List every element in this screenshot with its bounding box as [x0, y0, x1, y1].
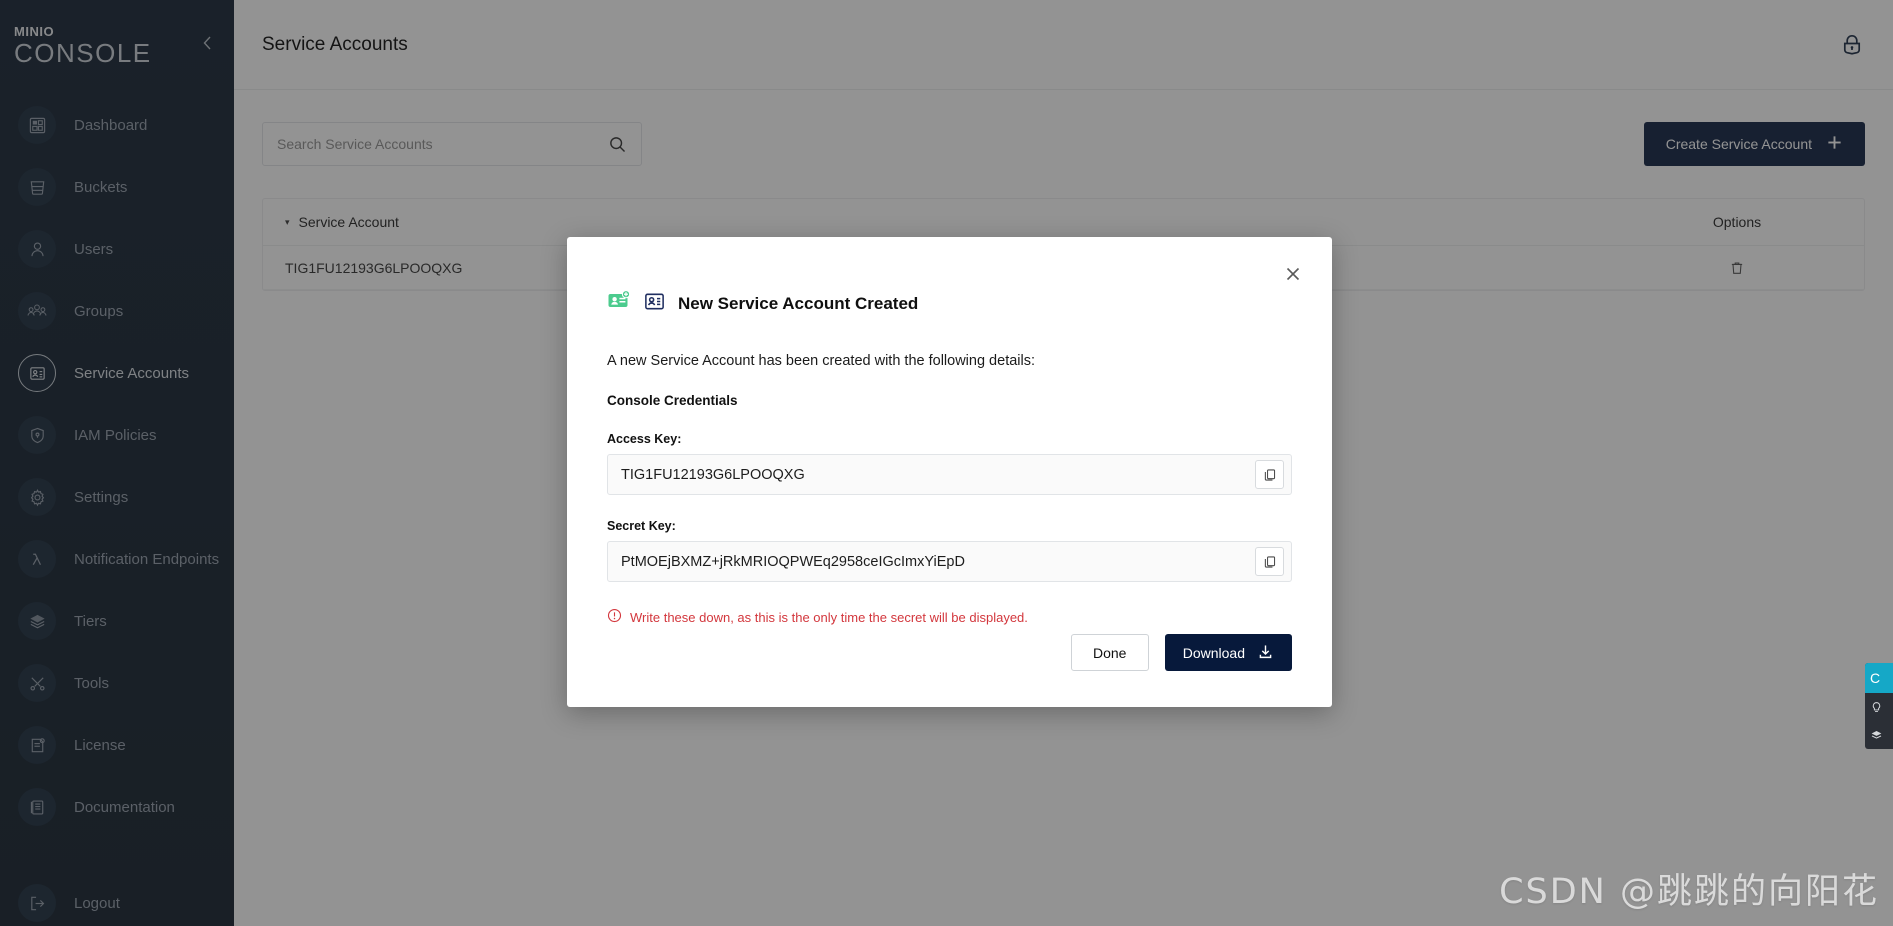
copy-icon[interactable] — [1255, 547, 1284, 576]
access-key-group: Access Key: TIG1FU12193G6LPOOQXG — [607, 432, 1292, 495]
console-credentials-label: Console Credentials — [607, 393, 738, 408]
app-root: MINIO CONSOLE — [0, 0, 1893, 926]
floating-helper-widget[interactable]: C — [1865, 663, 1893, 749]
download-button-label: Download — [1182, 644, 1245, 661]
dialog-description: A new Service Account has been created w… — [607, 353, 1036, 369]
download-icon — [1257, 643, 1274, 663]
secret-warning: Write these down, as this is the only ti… — [607, 608, 1292, 626]
new-service-account-dialog: New Service Account Created A new Servic… — [567, 237, 1332, 707]
layers-icon[interactable] — [1865, 721, 1893, 749]
copy-icon[interactable] — [1255, 460, 1284, 489]
close-icon[interactable] — [1280, 261, 1306, 287]
warning-text: Write these down, as this is the only ti… — [630, 609, 1028, 625]
dialog-header: New Service Account Created — [607, 237, 1292, 318]
download-button[interactable]: Download — [1164, 634, 1292, 671]
secret-key-label: Secret Key: — [607, 519, 676, 533]
secret-key-group: Secret Key: PtMOEjBXMZ+jRkMRIOQPWEq2958c… — [607, 519, 1292, 582]
warning-circle-icon — [607, 608, 622, 626]
secret-key-value: PtMOEjBXMZ+jRkMRIOQPWEq2958ceIGcImxYiEpD — [621, 553, 965, 570]
access-key-field[interactable]: TIG1FU12193G6LPOOQXG — [607, 454, 1292, 495]
access-key-value: TIG1FU12193G6LPOOQXG — [621, 466, 805, 483]
watermark: CSDN @跳跳的向阳花 — [1499, 872, 1879, 912]
dialog-actions: Done Download — [1070, 634, 1292, 671]
secret-key-field[interactable]: PtMOEjBXMZ+jRkMRIOQPWEq2958ceIGcImxYiEpD — [607, 541, 1292, 582]
done-button[interactable]: Done — [1070, 634, 1149, 671]
add-service-account-icon — [607, 289, 631, 318]
access-key-label: Access Key: — [607, 432, 682, 446]
floating-widget-header[interactable]: C — [1865, 663, 1893, 693]
dialog-title: New Service Account Created — [678, 293, 919, 313]
id-card-icon — [643, 290, 666, 318]
lightbulb-icon[interactable] — [1865, 693, 1893, 721]
